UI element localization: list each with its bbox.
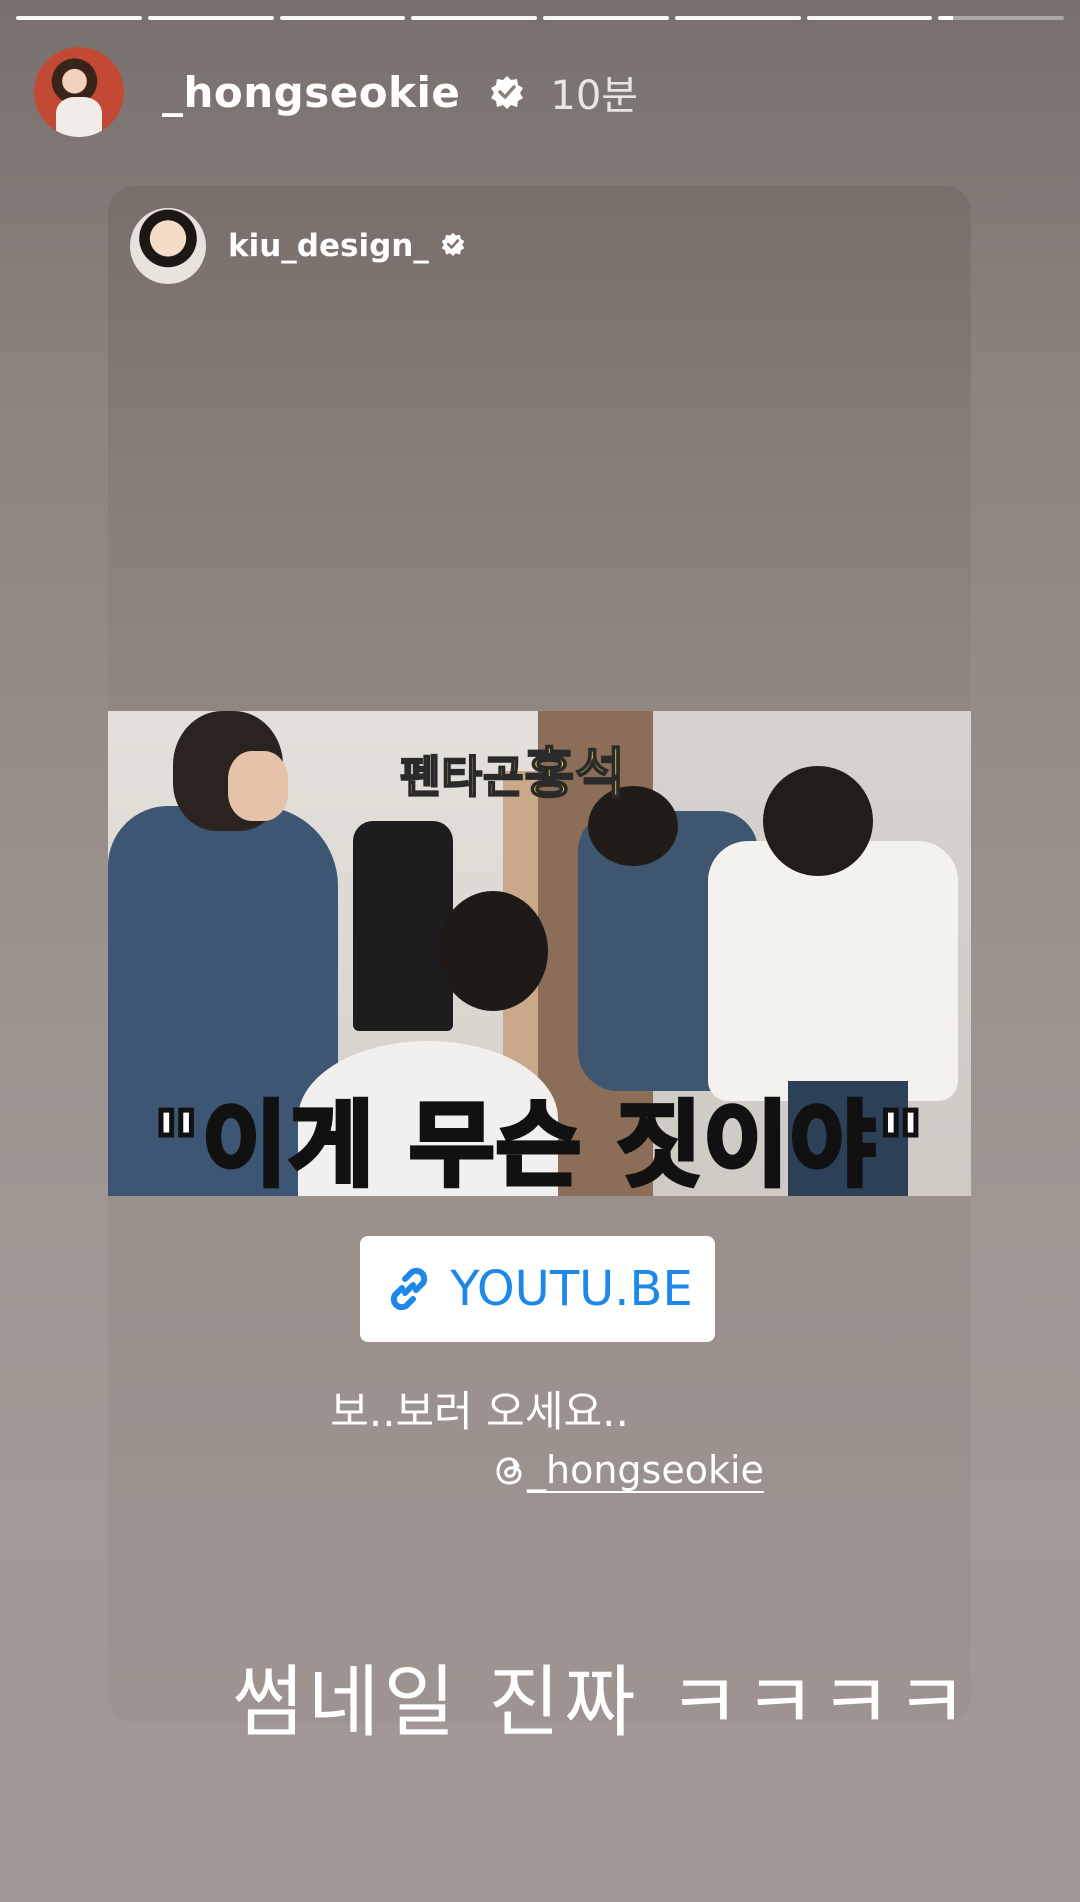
- shared-post-card[interactable]: kiu_design_ 펜타곤홍석 "이게 무슨 짓이야" YOUTU.BE 보…: [108, 186, 971, 1722]
- thumbnail-title-small: 펜타곤: [399, 751, 525, 804]
- progress-segment: [16, 16, 142, 20]
- story-progress-bar: [16, 16, 1064, 20]
- threads-icon: [496, 1457, 522, 1485]
- hanging-dress: [353, 821, 453, 1031]
- progress-segment: [543, 16, 669, 20]
- story-header: _hongseokie 10분: [34, 46, 638, 138]
- person-face: [228, 751, 288, 821]
- verified-badge-icon: [441, 232, 465, 260]
- shared-post-header: kiu_design_: [130, 208, 465, 284]
- username[interactable]: _hongseokie: [162, 68, 460, 117]
- progress-segment: [674, 16, 801, 20]
- progress-segment: [806, 16, 933, 20]
- video-thumbnail[interactable]: 펜타곤홍석 "이게 무슨 짓이야": [108, 711, 971, 1196]
- threads-mention[interactable]: _hongseokie: [493, 1448, 764, 1492]
- person-head: [438, 891, 548, 1011]
- verified-badge-icon: [490, 75, 524, 109]
- person-figure: [708, 841, 958, 1101]
- link-sticker-label: YOUTU.BE: [450, 1261, 693, 1317]
- shared-post-username[interactable]: kiu_design_: [228, 228, 429, 264]
- person-head: [763, 766, 873, 876]
- progress-segment: [411, 16, 537, 20]
- progress-segment: [279, 16, 406, 20]
- link-icon: [391, 1267, 428, 1311]
- link-sticker[interactable]: YOUTU.BE: [360, 1236, 715, 1342]
- avatar[interactable]: [130, 208, 206, 284]
- thumbnail-title: 펜타곤홍석: [399, 729, 626, 808]
- shared-post-text: 보..보러 오세요..: [330, 1387, 629, 1436]
- avatar[interactable]: [34, 47, 124, 137]
- thumbnail-title-big: 홍석: [523, 741, 626, 806]
- progress-segment: [147, 16, 274, 20]
- progress-segment-current: [938, 16, 1064, 20]
- story-overlay-text: 썸네일 진짜 ㅋㅋㅋㅋ: [232, 1658, 972, 1748]
- post-time: 10분: [550, 73, 639, 119]
- mention-handle[interactable]: _hongseokie: [527, 1448, 764, 1492]
- thumbnail-caption: "이게 무슨 짓이야": [150, 1090, 927, 1197]
